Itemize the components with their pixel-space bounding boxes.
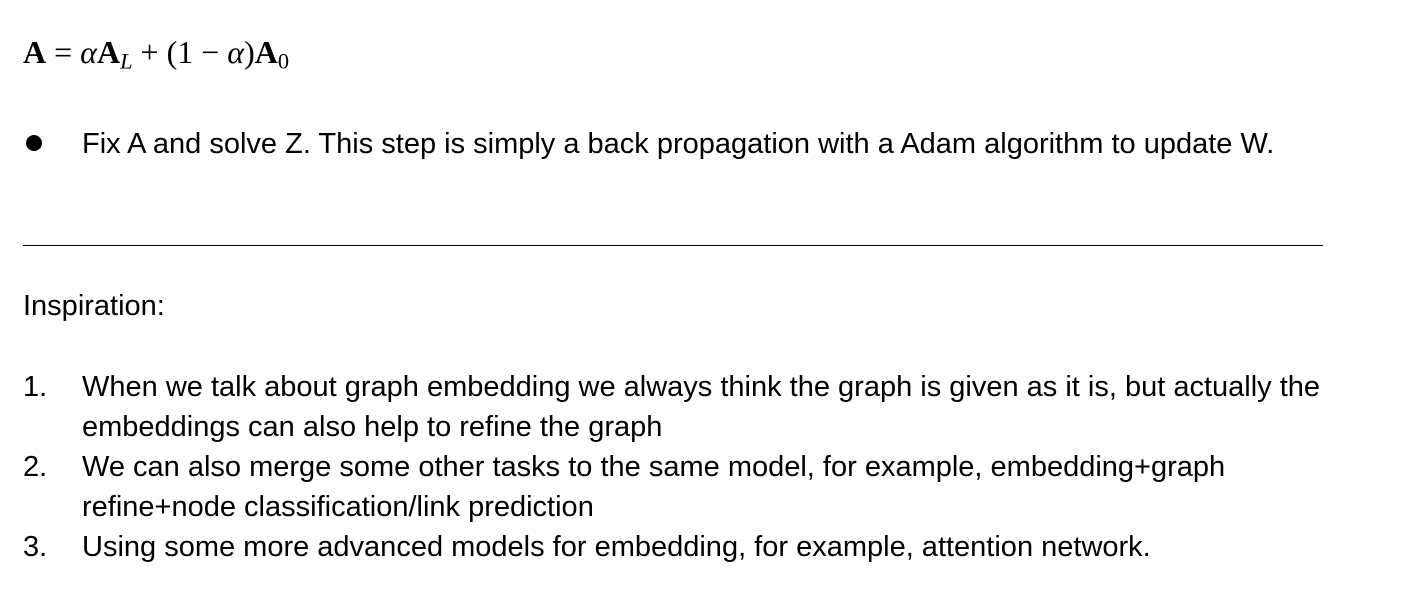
list-item: 2. We can also merge some other tasks to…: [23, 447, 1323, 527]
list-item-text: When we talk about graph embedding we al…: [82, 371, 1321, 443]
equation-term1: A: [96, 34, 121, 70]
inspiration-heading: Inspiration:: [23, 290, 165, 322]
equation-paren-close: ): [244, 34, 255, 70]
equation-term1-subscript: L: [120, 48, 133, 74]
bullet-dot-icon: [26, 135, 42, 151]
equation-paren-open: (: [166, 34, 178, 70]
list-item-number: 3.: [23, 531, 48, 563]
equation: A = αAL + (1− α)A0: [23, 30, 289, 74]
equation-alpha: α: [80, 34, 97, 70]
equation-lhs: A: [23, 34, 47, 70]
horizontal-divider: [23, 245, 1323, 246]
list-item-text: We can also merge some other tasks to th…: [82, 451, 1226, 523]
list-item-number: 1.: [23, 371, 48, 403]
list-item-number: 2.: [23, 451, 48, 483]
equation-equals: =: [54, 34, 73, 70]
list-item-text: Using some more advanced models for embe…: [82, 531, 1151, 563]
equation-plus: +: [140, 34, 159, 70]
equation-minus: −: [201, 34, 220, 70]
equation-term2: A: [254, 34, 278, 70]
equation-one: 1: [177, 34, 194, 70]
list-item: 3. Using some more advanced models for e…: [23, 527, 1323, 567]
inspiration-list: 1. When we talk about graph embedding we…: [23, 367, 1323, 567]
bullet-text: Fix A and solve Z. This step is simply a…: [82, 128, 1275, 160]
equation-alpha: α: [227, 34, 245, 70]
list-item: 1. When we talk about graph embedding we…: [23, 367, 1323, 447]
equation-term2-subscript: 0: [277, 48, 290, 74]
